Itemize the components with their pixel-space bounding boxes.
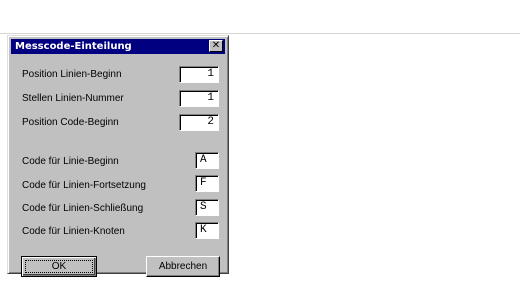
code-linien-knoten-input[interactable]: K (195, 222, 219, 239)
messcode-dialog: Messcode-Einteilung ✕ Position Linien-Be… (7, 35, 229, 277)
position-code-beginn-label: Position Code-Beginn (22, 117, 119, 128)
position-linien-beginn-label: Position Linien-Beginn (22, 69, 122, 80)
top-bar (0, 0, 520, 34)
code-linie-beginn-input[interactable]: A (195, 152, 219, 169)
close-button[interactable]: ✕ (209, 40, 223, 52)
stellen-linien-nummer-label: Stellen Linien-Nummer (22, 93, 124, 104)
code-linien-fortsetzung-label: Code für Linien-Fortsetzung (22, 180, 146, 191)
stellen-linien-nummer-input[interactable]: 1 (179, 90, 219, 107)
ok-button[interactable]: OK (21, 256, 97, 277)
cancel-button[interactable]: Abbrechen (146, 256, 220, 277)
code-linie-beginn-label: Code für Linie-Beginn (22, 156, 119, 167)
code-linien-schliessung-input[interactable]: S (195, 199, 219, 216)
dialog-title-bar[interactable]: Messcode-Einteilung ✕ (11, 39, 225, 54)
code-linien-fortsetzung-input[interactable]: F (195, 175, 219, 192)
ok-button-label: OK (51, 261, 67, 272)
position-linien-beginn-input[interactable]: 1 (179, 66, 219, 83)
position-code-beginn-input[interactable]: 2 (179, 114, 219, 131)
close-icon: ✕ (211, 40, 221, 51)
code-linien-knoten-label: Code für Linien-Knoten (22, 226, 125, 237)
code-linien-schliessung-label: Code für Linien-Schließung (22, 203, 144, 214)
dialog-title: Messcode-Einteilung (15, 41, 132, 52)
